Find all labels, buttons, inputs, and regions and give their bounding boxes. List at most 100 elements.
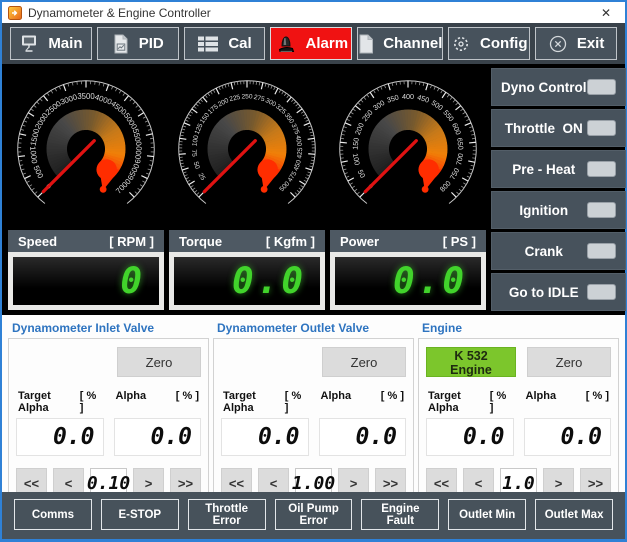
svg-text:450: 450 [416,93,430,105]
svg-text:350: 350 [386,93,400,105]
svg-text:225: 225 [229,94,242,103]
unit-label: [ % ] [586,390,609,414]
window-title: Dynamometer & Engine Controller [28,6,587,20]
panel-engine: Engine K 532 Engine Zero Target Alpha [ … [418,318,619,489]
unit-label: [ % ] [285,390,307,414]
page-icon [358,34,374,54]
valve-panels: Dynamometer Inlet Valve Zero Target Alph… [2,315,625,492]
toolbar-button-pid[interactable]: PID [97,27,179,60]
crank-button[interactable]: Crank [491,232,626,270]
ignition-button[interactable]: Ignition [491,191,626,229]
toolbar-button-channel[interactable]: Channel [357,27,443,60]
go-to-idle-button[interactable]: Go to IDLE [491,273,626,311]
svg-text:750: 750 [448,166,462,181]
svg-text:550: 550 [441,108,456,123]
zero-button[interactable]: Zero [527,347,611,377]
toolbar-button-main[interactable]: Main [10,27,92,60]
status-comms[interactable]: Comms [14,499,92,530]
status-e-stop[interactable]: E-STOP [101,499,179,530]
pid-chart-icon [112,34,130,54]
close-button[interactable]: ✕ [593,6,619,20]
svg-text:3500: 3500 [77,92,95,101]
svg-text:375: 375 [290,123,301,136]
target-alpha-value-display: 0.0 [16,418,104,456]
svg-text:6000: 6000 [133,145,144,164]
zero-button[interactable]: Zero [117,347,201,377]
target-alpha-label: Target Alpha [428,390,490,414]
gauge-zone: 0500100015002000250030003500400045005000… [2,64,486,315]
pre-heat-button[interactable]: Pre - Heat [491,150,626,188]
unit-label: [ % ] [381,390,404,414]
svg-text:50: 50 [192,161,201,170]
torque-gauge: 0255075100125150175200225250275300325350… [169,68,325,226]
panel-dynamometer-outlet-valve: Dynamometer Outlet Valve Zero Target Alp… [213,318,414,489]
svg-text:650: 650 [455,137,465,150]
display-unit: [ PS ] [443,234,476,249]
svg-text:250: 250 [241,94,252,101]
speed-column: 0500100015002000250030003500400045005000… [8,64,164,315]
alpha-value-display: 0.0 [319,418,407,456]
toolbar-button-label: Exit [577,35,605,52]
power-gauge: 0501001502002503003504004505005506006507… [330,68,486,226]
status-oil-pump-error[interactable]: Oil Pump Error [275,499,353,530]
svg-text:1000: 1000 [28,146,39,165]
main-area: 0500100015002000250030003500400045005000… [2,64,625,315]
display-label: Speed [18,234,57,249]
toolbar-button-label: Cal [228,35,251,52]
table-icon [197,35,219,53]
toolbar-button-label: Config [480,35,527,52]
alpha-label: Alpha [526,390,557,414]
led-indicator [587,243,616,259]
svg-text:200: 200 [353,122,366,137]
display-label: Power [340,234,379,249]
svg-text:800: 800 [438,179,453,194]
app-icon [8,6,22,20]
toolbar-button-alarm[interactable]: Alarm [270,27,352,60]
throttle-on-button[interactable]: Throttle ON [491,109,626,147]
svg-text:250: 250 [360,108,375,123]
app-window: Dynamometer & Engine Controller ✕ Main P… [0,0,627,542]
zero-button[interactable]: Zero [322,347,406,377]
svg-text:450: 450 [293,159,303,172]
status-bar: Comms E-STOP Throttle Error Oil Pump Err… [2,492,625,539]
alpha-label: Alpha [321,390,352,414]
dyno-control-button[interactable]: Dyno Control [491,68,626,106]
torque-display: Torque [ Kgfm ] 0.0 [169,230,325,310]
panel-title: Dynamometer Outlet Valve [217,321,414,335]
panel-title: Engine [422,321,619,335]
svg-text:3000: 3000 [59,92,79,106]
svg-text:700: 700 [454,152,465,166]
title-bar: Dynamometer & Engine Controller ✕ [2,2,625,23]
toolbar-button-cal[interactable]: Cal [184,27,266,60]
toolbar-button-config[interactable]: Config [448,27,530,60]
speed-display: Speed [ RPM ] 0 [8,230,164,310]
status-outlet-max[interactable]: Outlet Max [535,499,613,530]
alpha-value-display: 0.0 [114,418,202,456]
panel-title: Dynamometer Inlet Valve [12,321,209,335]
toolbar-button-label: Alarm [306,35,349,52]
power-display: Power [ PS ] 0.0 [330,230,486,310]
svg-text:600: 600 [450,122,463,137]
svg-text:400: 400 [294,135,303,147]
torque-value: 0.0 [174,257,320,305]
unit-label: [ % ] [176,390,199,414]
svg-text:500: 500 [430,98,445,112]
svg-text:300: 300 [371,98,386,112]
alpha-value-display: 0.0 [524,418,612,456]
svg-text:100: 100 [351,152,362,166]
svg-text:150: 150 [351,137,361,150]
status-throttle-error[interactable]: Throttle Error [188,499,266,530]
led-indicator [587,120,616,136]
siren-icon [275,34,297,54]
toolbar: Main PID Cal A [2,23,625,64]
toolbar-button-exit[interactable]: Exit [535,27,617,60]
svg-text:475: 475 [287,170,299,183]
svg-text:50: 50 [356,168,368,179]
svg-text:5500: 5500 [131,128,144,148]
display-label: Torque [179,234,222,249]
monitor-icon [19,34,39,53]
status-engine-fault[interactable]: Engine Fault [361,499,439,530]
svg-text:500: 500 [31,164,45,180]
engine-select-button[interactable]: K 532 Engine [426,347,516,377]
status-outlet-min[interactable]: Outlet Min [448,499,526,530]
